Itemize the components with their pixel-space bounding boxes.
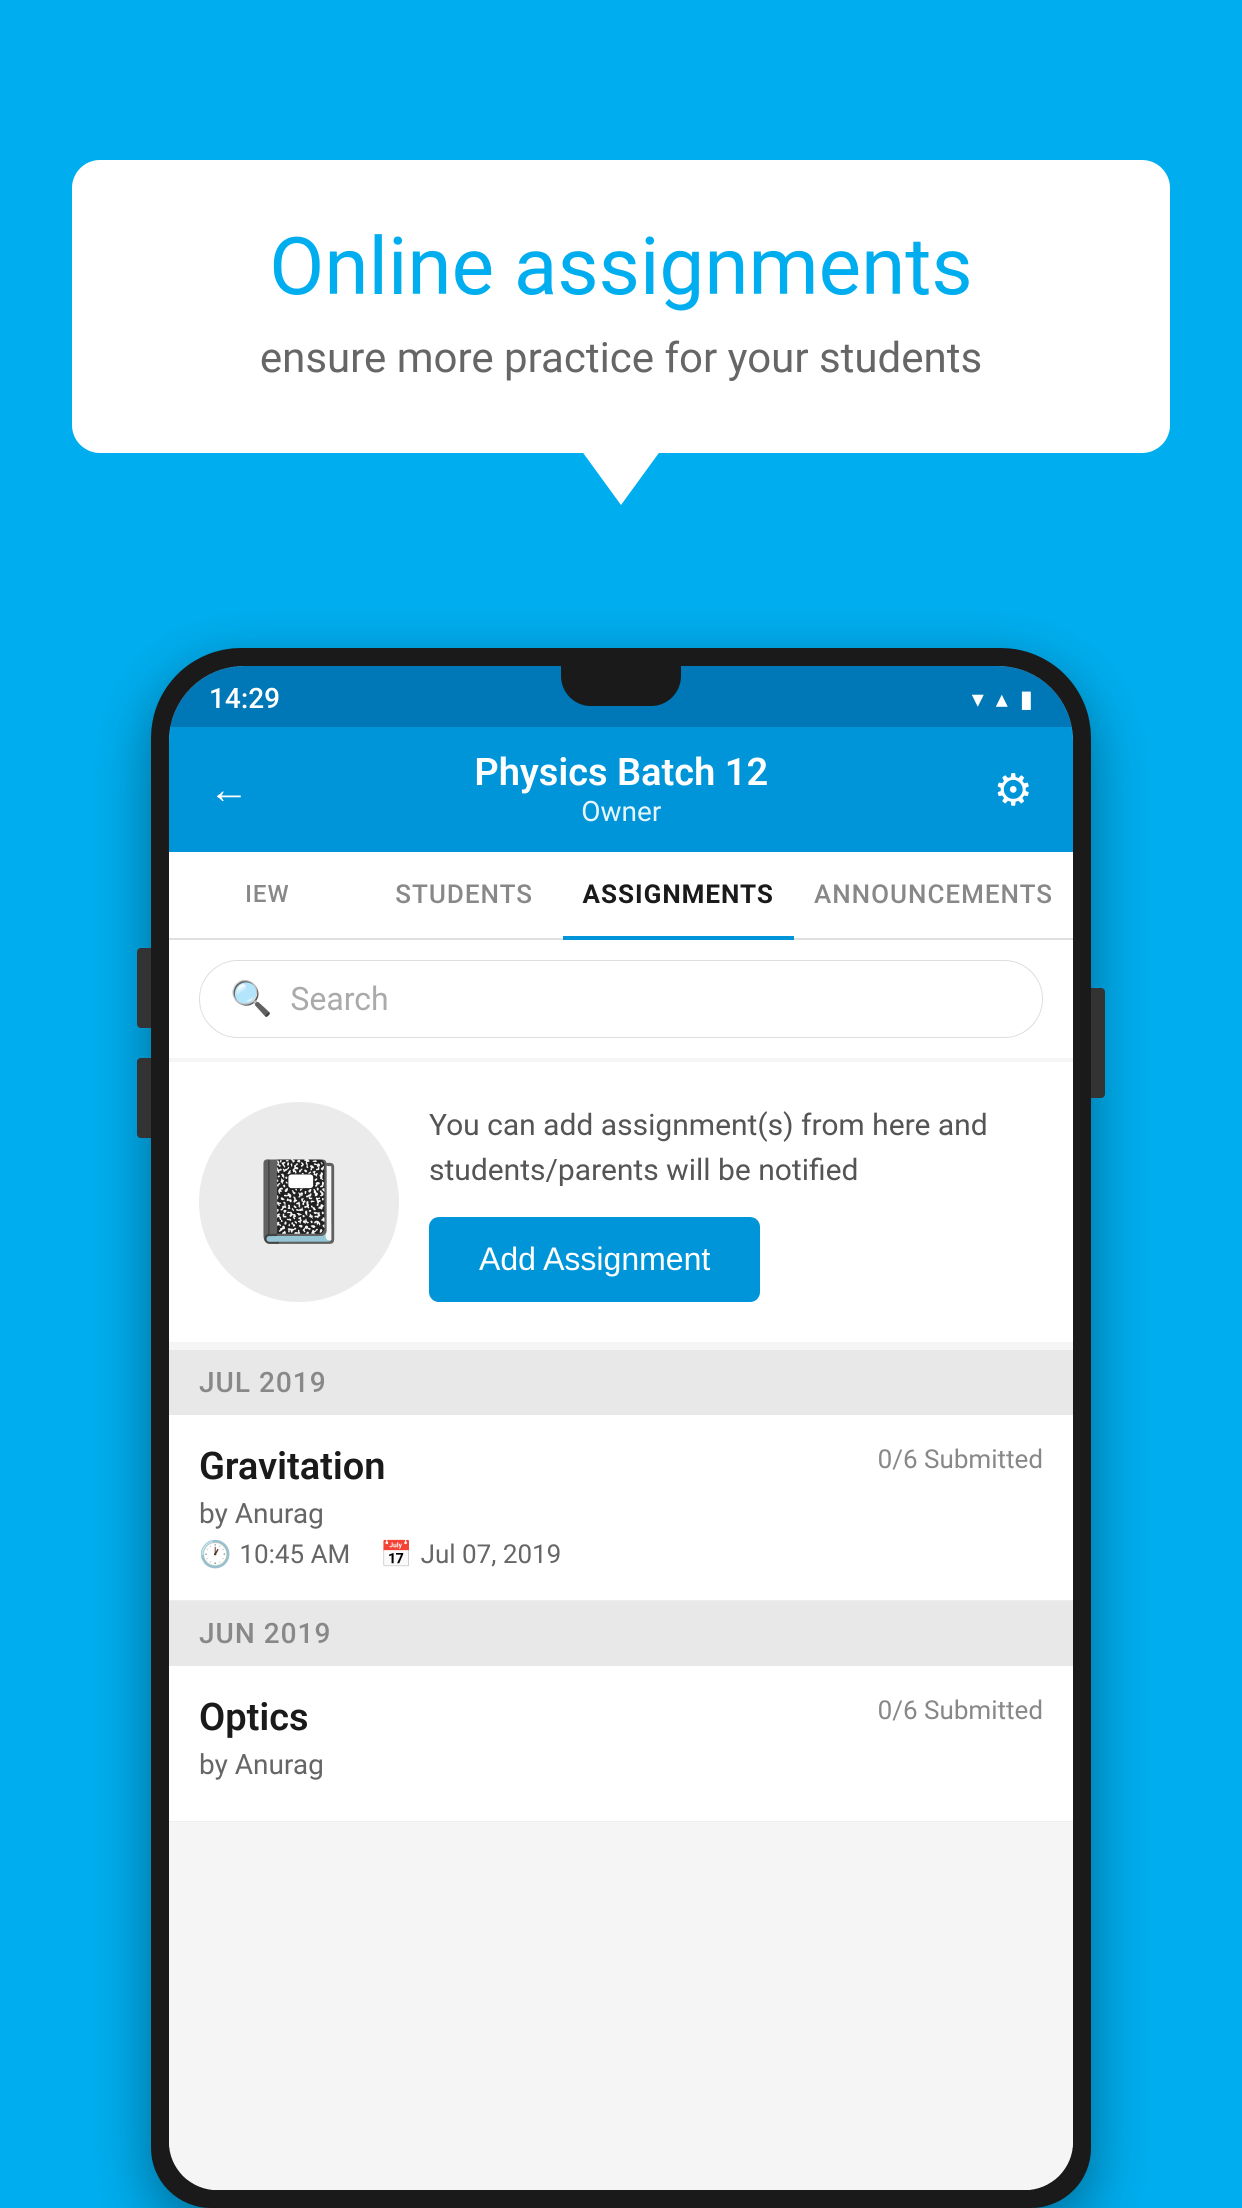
time-value: 10:45 AM (239, 1540, 350, 1570)
search-bar[interactable]: 🔍 Search (199, 960, 1043, 1038)
settings-icon[interactable]: ⚙ (994, 764, 1033, 816)
notebook-icon: 📓 (249, 1155, 349, 1249)
volume-up-button (137, 948, 151, 1028)
assignment-name-optics: Optics (199, 1696, 309, 1740)
tab-students[interactable]: STUDENTS (366, 852, 563, 938)
power-button (1091, 988, 1105, 1098)
promo-text: You can add assignment(s) from here and … (429, 1103, 1043, 1193)
app-top-bar: ← Physics Batch 12 Owner ⚙ (169, 727, 1073, 852)
date-value: Jul 07, 2019 (421, 1540, 562, 1570)
back-button[interactable]: ← (209, 766, 249, 813)
assignment-item-gravitation[interactable]: Gravitation 0/6 Submitted by Anurag 🕐 10… (169, 1415, 1073, 1601)
search-icon: 🔍 (230, 979, 272, 1019)
status-time: 14:29 (209, 682, 280, 715)
top-bar-center: Physics Batch 12 Owner (474, 751, 768, 828)
wifi-icon: ▾ (972, 685, 984, 713)
phone-screen: 14:29 ▾ ▴ ▮ ← Physics Batch 12 Owner ⚙ I… (169, 666, 1073, 2190)
tab-assignments[interactable]: ASSIGNMENTS (563, 852, 794, 938)
speech-bubble-section: Online assignments ensure more practice … (72, 160, 1170, 453)
assignment-item-optics[interactable]: Optics 0/6 Submitted by Anurag (169, 1666, 1073, 1822)
assignment-meta: 🕐 10:45 AM 📅 Jul 07, 2019 (199, 1540, 1043, 1570)
speech-bubble: Online assignments ensure more practice … (72, 160, 1170, 453)
batch-role: Owner (474, 795, 768, 828)
signal-icon: ▴ (996, 685, 1008, 713)
bubble-subtitle: ensure more practice for your students (152, 334, 1090, 383)
tab-iew[interactable]: IEW (169, 852, 366, 938)
month-header-jun: JUN 2019 (169, 1601, 1073, 1666)
assignment-author-optics: by Anurag (199, 1748, 1043, 1781)
search-section: 🔍 Search (169, 940, 1073, 1058)
volume-down-button (137, 1058, 151, 1138)
calendar-icon: 📅 (380, 1540, 412, 1570)
assignment-top: Gravitation 0/6 Submitted (199, 1445, 1043, 1489)
search-placeholder: Search (290, 980, 388, 1018)
tab-bar: IEW STUDENTS ASSIGNMENTS ANNOUNCEMENTS (169, 852, 1073, 940)
assignment-date: 📅 Jul 07, 2019 (380, 1540, 561, 1570)
assignment-top-optics: Optics 0/6 Submitted (199, 1696, 1043, 1740)
clock-icon: 🕐 (199, 1540, 231, 1570)
add-assignment-promo: 📓 You can add assignment(s) from here an… (169, 1062, 1073, 1342)
notebook-icon-container: 📓 (199, 1102, 399, 1302)
bubble-title: Online assignments (152, 220, 1090, 314)
promo-right: You can add assignment(s) from here and … (429, 1103, 1043, 1302)
notch (561, 666, 681, 706)
assignment-time: 🕐 10:45 AM (199, 1540, 350, 1570)
status-icons: ▾ ▴ ▮ (972, 685, 1033, 713)
assignment-author: by Anurag (199, 1497, 1043, 1530)
main-content: 🔍 Search 📓 You can add assignment(s) fro… (169, 940, 1073, 2190)
battery-icon: ▮ (1020, 685, 1033, 713)
assignment-submitted: 0/6 Submitted (878, 1445, 1043, 1475)
tab-announcements[interactable]: ANNOUNCEMENTS (794, 852, 1073, 938)
phone-frame: 14:29 ▾ ▴ ▮ ← Physics Batch 12 Owner ⚙ I… (151, 648, 1091, 2208)
assignment-submitted-optics: 0/6 Submitted (878, 1696, 1043, 1726)
month-header-jul: JUL 2019 (169, 1350, 1073, 1415)
assignment-name: Gravitation (199, 1445, 386, 1489)
add-assignment-button[interactable]: Add Assignment (429, 1217, 760, 1302)
batch-title: Physics Batch 12 (474, 751, 768, 795)
